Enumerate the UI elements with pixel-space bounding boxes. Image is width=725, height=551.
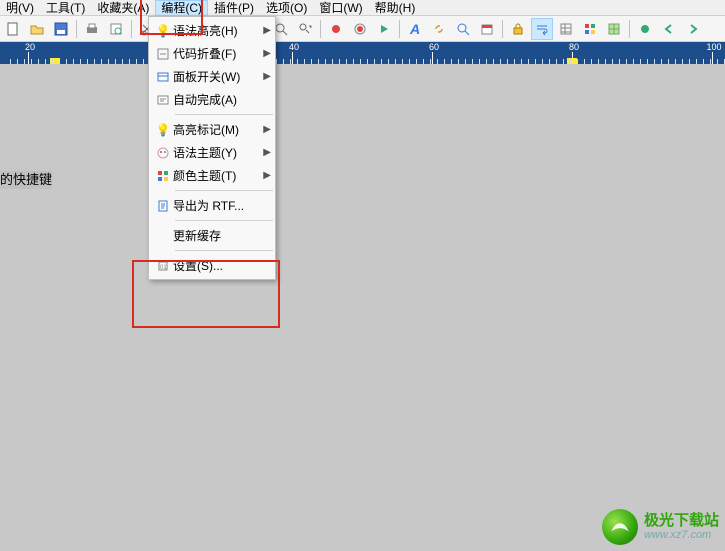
tb-green-dot-icon[interactable] — [634, 18, 656, 40]
tb-palette-icon[interactable] — [579, 18, 601, 40]
menu-separator — [175, 114, 273, 115]
color-icon — [153, 170, 173, 182]
menu-separator — [175, 250, 273, 251]
toolbar: A — [0, 16, 725, 42]
fold-icon — [153, 48, 173, 60]
auto-icon — [153, 94, 173, 106]
menu-options[interactable]: 选项(O) — [260, 0, 313, 16]
svg-text:01: 01 — [160, 265, 167, 271]
tb-print-icon[interactable] — [81, 18, 103, 40]
toolbar-separator — [131, 20, 132, 38]
chevron-right-icon: ▶ — [259, 147, 271, 158]
tb-preview-icon[interactable] — [105, 18, 127, 40]
menu-color-theme[interactable]: 颜色主题(T) ▶ — [149, 164, 275, 187]
tb-lock-icon[interactable] — [507, 18, 529, 40]
menu-favorites[interactable]: 收藏夹(A) — [91, 0, 155, 16]
menu-v[interactable]: 明(V) — [0, 0, 40, 16]
watermark-url: www.xz7.com — [644, 529, 719, 541]
menu-separator — [175, 190, 273, 191]
chevron-right-icon: ▶ — [259, 25, 271, 36]
menu-window[interactable]: 窗口(W) — [313, 0, 368, 16]
tb-arrow-right-icon[interactable] — [682, 18, 704, 40]
toolbar-separator — [502, 20, 503, 38]
programming-dropdown: 💡 语法高亮(H) ▶ 代码折叠(F) ▶ 面板开关(W) ▶ 自动完成(A) … — [148, 16, 276, 280]
toolbar-separator — [629, 20, 630, 38]
tb-record-icon[interactable] — [349, 18, 371, 40]
bulb2-icon: 💡 — [153, 123, 173, 137]
watermark-logo-icon — [602, 509, 638, 545]
ruler — [0, 42, 725, 64]
chevron-right-icon: ▶ — [259, 170, 271, 181]
watermark: 极光下载站 www.xz7.com — [602, 509, 719, 545]
tb-open-icon[interactable] — [26, 18, 48, 40]
menubar: 明(V) 工具(T) 收藏夹(A) 编程(C) 插件(P) 选项(O) 窗口(W… — [0, 0, 725, 16]
tb-link-icon[interactable] — [428, 18, 450, 40]
menu-tools[interactable]: 工具(T) — [40, 0, 91, 16]
bulb-icon: 💡 — [153, 24, 173, 38]
editor-area[interactable]: 的快捷键 — [0, 64, 725, 529]
chevron-right-icon: ▶ — [259, 48, 271, 59]
menu-programming[interactable]: 编程(C) — [155, 0, 208, 16]
menu-help[interactable]: 帮助(H) — [369, 0, 422, 16]
menu-syntax-highlight[interactable]: 💡 语法高亮(H) ▶ — [149, 19, 275, 42]
tb-grid2-icon[interactable] — [603, 18, 625, 40]
toolbar-separator — [76, 20, 77, 38]
menu-code-fold[interactable]: 代码折叠(F) ▶ — [149, 42, 275, 65]
panel-icon — [153, 71, 173, 83]
chevron-right-icon: ▶ — [259, 124, 271, 135]
tb-font-a-icon[interactable]: A — [404, 18, 426, 40]
menu-syntax-theme[interactable]: 语法主题(Y) ▶ — [149, 141, 275, 164]
menu-update-cache[interactable]: 更新缓存 — [149, 224, 275, 247]
tb-save-icon[interactable] — [50, 18, 72, 40]
chevron-right-icon: ▶ — [259, 71, 271, 82]
menu-highlight-mark[interactable]: 💡 高亮标记(M) ▶ — [149, 118, 275, 141]
tb-dot-icon[interactable] — [325, 18, 347, 40]
tb-play-icon[interactable] — [373, 18, 395, 40]
editor-hint-text: 的快捷键 — [0, 171, 52, 189]
menu-separator — [175, 220, 273, 221]
menu-settings[interactable]: 01 设置(S)... — [149, 254, 275, 277]
tb-replace-icon[interactable] — [294, 18, 316, 40]
settings-icon: 01 — [153, 260, 173, 272]
tb-table-icon[interactable] — [555, 18, 577, 40]
menu-plugins[interactable]: 插件(P) — [208, 0, 260, 16]
tb-date-icon[interactable] — [476, 18, 498, 40]
watermark-name: 极光下载站 — [644, 513, 719, 530]
toolbar-separator — [399, 20, 400, 38]
theme-icon — [153, 147, 173, 159]
menu-panel-switch[interactable]: 面板开关(W) ▶ — [149, 65, 275, 88]
tb-search2-icon[interactable] — [452, 18, 474, 40]
menu-export-rtf[interactable]: 导出为 RTF... — [149, 194, 275, 217]
tb-arrow-left-icon[interactable] — [658, 18, 680, 40]
menu-autocomplete[interactable]: 自动完成(A) — [149, 88, 275, 111]
rtf-icon — [153, 200, 173, 212]
tb-new-icon[interactable] — [2, 18, 24, 40]
tb-wrap-icon[interactable] — [531, 18, 553, 40]
toolbar-separator — [320, 20, 321, 38]
